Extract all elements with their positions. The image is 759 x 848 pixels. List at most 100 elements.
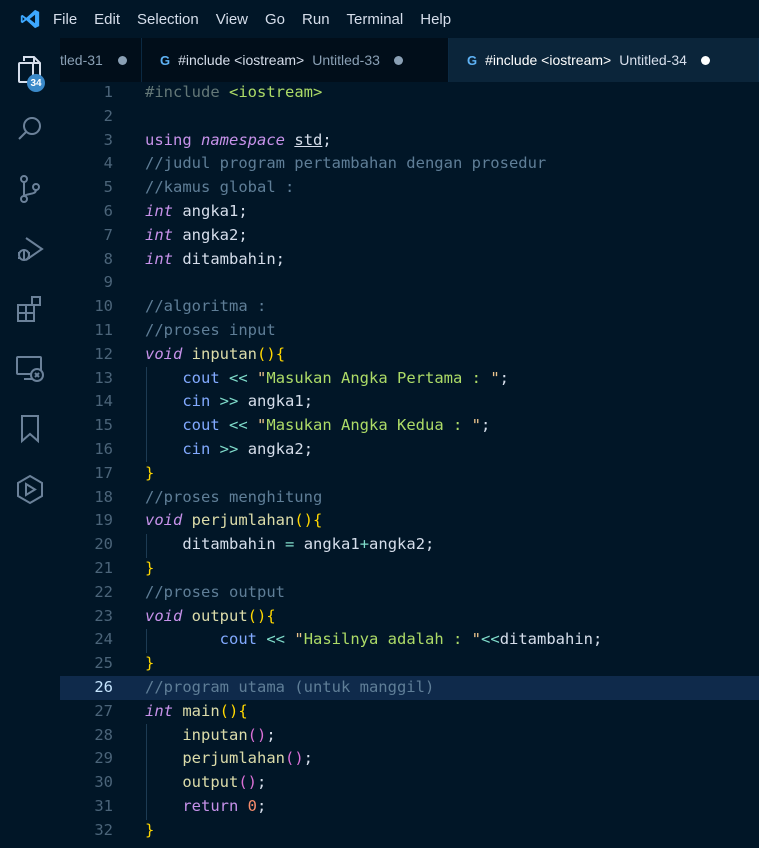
code-text: inputan(); [182,725,276,744]
line-number: 10 [94,297,113,316]
tab-untitled-31[interactable]: tled-31 [60,38,142,82]
line-number: 7 [103,225,113,244]
code-text: //judul program pertambahan dengan prose… [145,154,547,173]
code-line[interactable]: 17} [60,462,759,486]
code-line[interactable]: 9 [60,271,759,295]
line-number: 1 [103,83,113,101]
activity-bar: 34 [0,38,60,848]
code-text: using namespace std; [145,130,332,149]
code-line[interactable]: 28 inputan(); [60,724,759,748]
line-number: 27 [94,701,113,720]
code-text: cout << "Masukan Angka Pertama : "; [182,368,510,387]
line-number: 16 [94,440,113,458]
explorer-badge: 34 [27,74,45,92]
run-debug-icon[interactable] [0,224,60,274]
code-line[interactable]: 31 return 0; [60,795,759,819]
tab-description: tled-31 [60,52,103,68]
line-number: 15 [94,416,113,435]
code-line[interactable]: 8 int ditambahin; [60,248,759,272]
code-line[interactable]: 10 //algoritma : [60,295,759,319]
explorer-icon[interactable]: 34 [0,44,60,94]
code-text: //proses menghitung [145,487,323,506]
line-number: 23 [94,606,113,625]
code-line[interactable]: 24 cout << "Hasilnya adalah : "<<ditamba… [60,628,759,652]
menu-view[interactable]: View [216,11,258,28]
code-line[interactable]: 7 int angka2; [60,224,759,248]
line-number: 28 [94,725,113,744]
menu-help[interactable]: Help [420,11,461,28]
code-line[interactable]: 25} [60,652,759,676]
vscode-logo-icon [0,0,60,38]
line-number: 25 [94,654,113,673]
code-line[interactable]: 30 output(); [60,771,759,795]
code-line[interactable]: 1 #include <iostream> [60,81,759,105]
code-text: } [145,654,155,673]
code-line[interactable]: 16 cin >> angka2; [60,438,759,462]
line-number: 22 [94,582,113,601]
code-line[interactable]: 4 //judul program pertambahan dengan pros… [60,152,759,176]
code-text: //proses input [145,321,276,339]
line-number: 18 [94,487,113,506]
code-line[interactable]: 14 cin >> angka1; [60,390,759,414]
tab-untitled-34[interactable]: G #include <iostream> Untitled-34 [449,38,759,82]
tab-filename: #include <iostream> [485,52,612,68]
code-line[interactable]: 5 //kamus global : [60,176,759,200]
tab-description: Untitled-34 [619,52,687,68]
code-line[interactable]: 23 void output(){ [60,605,759,629]
code-text: cout << "Masukan Angka Kedua : "; [182,416,491,435]
code-text: void output(){ [145,606,276,625]
line-number: 21 [94,559,113,577]
cpp-file-icon: G [467,52,478,68]
code-line[interactable]: 18 //proses menghitung [60,486,759,510]
code-text: #include <iostream> [145,83,323,101]
code-line[interactable]: 6 int angka1; [60,200,759,224]
menu-go[interactable]: Go [265,11,295,28]
code-line[interactable]: 20 ditambahin = angka1+angka2; [60,533,759,557]
line-number: 32 [94,820,113,839]
unsaved-dot-icon[interactable] [117,55,127,65]
line-number: 5 [103,178,113,197]
code-text: cin >> angka1; [182,392,314,411]
code-text: int ditambahin; [145,249,286,268]
menu-run[interactable]: Run [302,11,340,28]
line-number: 3 [103,130,113,149]
package-icon[interactable] [0,464,60,514]
code-text: output(); [182,773,267,792]
tab-untitled-33[interactable]: G #include <iostream> Untitled-33 [142,38,449,82]
unsaved-dot-icon[interactable] [393,55,403,65]
extensions-icon[interactable] [0,284,60,334]
code-line[interactable]: 27 int main(){ [60,700,759,724]
code-line[interactable]: 19 void perjumlahan(){ [60,509,759,533]
remote-explorer-icon[interactable] [0,344,60,394]
code-line[interactable]: 11 //proses input [60,319,759,343]
menu-selection[interactable]: Selection [137,11,209,28]
code-line[interactable]: 15 cout << "Masukan Angka Kedua : "; [60,414,759,438]
line-number: 30 [94,773,113,792]
menu-edit[interactable]: Edit [94,11,130,28]
search-icon[interactable] [0,104,60,154]
code-line[interactable]: 2 [60,105,759,129]
menu-bar: File Edit Selection View Go Run Terminal… [0,0,759,39]
code-text: } [145,463,155,482]
source-control-icon[interactable] [0,164,60,214]
code-editor[interactable]: 1 #include <iostream> 2 3 using namespace st… [60,82,759,848]
line-number: 20 [94,535,113,554]
unsaved-dot-icon[interactable] [700,55,710,65]
menu-terminal[interactable]: Terminal [347,11,414,28]
code-line[interactable]: 13 cout << "Masukan Angka Pertama : "; [60,367,759,391]
menu-file[interactable]: File [53,11,87,28]
code-line[interactable]: 12 void inputan(){ [60,343,759,367]
code-line[interactable]: 32} [60,819,759,843]
line-number: 26 [94,678,113,696]
line-number: 13 [94,368,113,387]
code-line[interactable]: 22 //proses output [60,581,759,605]
tab-filename: #include <iostream> [178,52,305,68]
bookmarks-icon[interactable] [0,404,60,454]
line-number: 2 [103,106,113,125]
code-line[interactable]: 3 using namespace std; [60,129,759,153]
code-line[interactable]: 29 perjumlahan(); [60,747,759,771]
code-line[interactable]: 26 //program utama (untuk manggil) [60,676,759,700]
line-number: 12 [94,344,113,363]
code-text: int angka1; [145,202,248,220]
code-line[interactable]: 21} [60,557,759,581]
